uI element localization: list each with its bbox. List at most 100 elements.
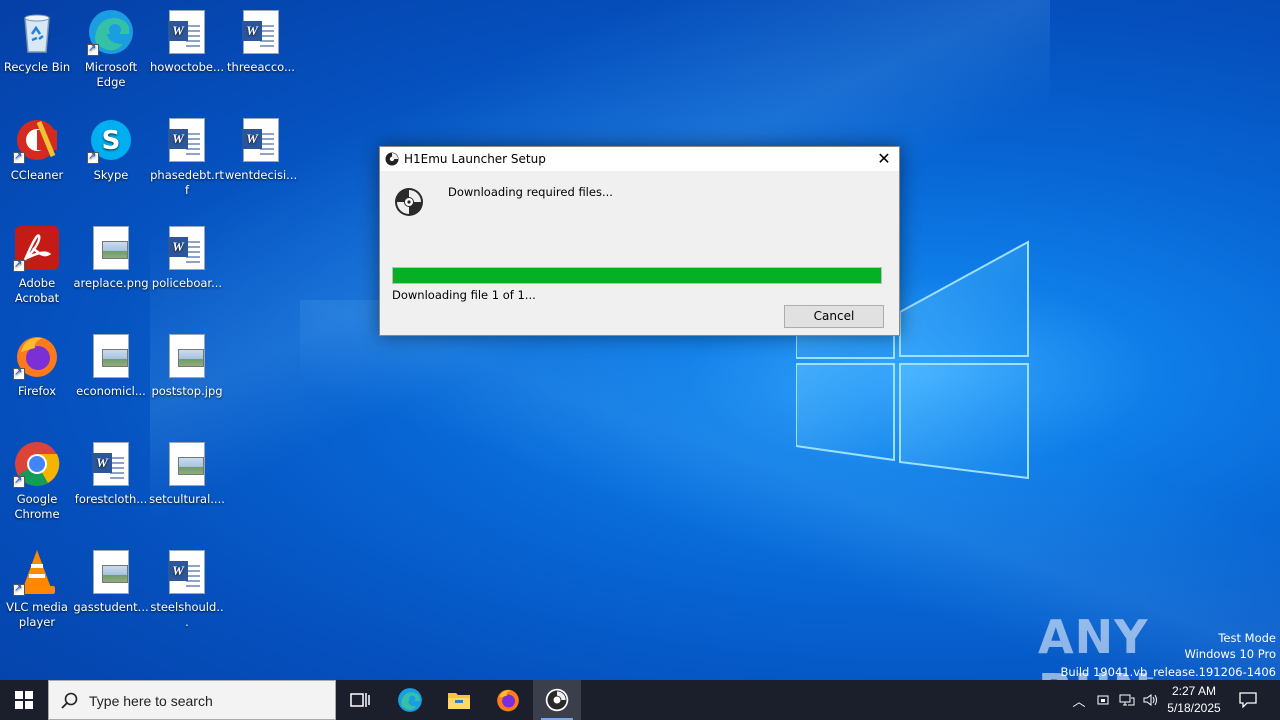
word-doc-icon: W	[163, 224, 211, 272]
dialog-titlebar[interactable]: H1Emu Launcher Setup ✕	[380, 147, 899, 171]
desktop-icon-file[interactable]: areplace.png	[73, 224, 149, 291]
desktop-icon-recycle-bin[interactable]: Recycle Bin	[0, 8, 75, 75]
recycle-bin-icon	[13, 8, 61, 56]
desktop-icon-file[interactable]: W policeboar...	[149, 224, 225, 291]
desktop-icon-label: Recycle Bin	[3, 60, 71, 74]
close-icon: ✕	[877, 149, 891, 168]
desktop-icon-label: threeacco...	[227, 60, 295, 74]
taskbar-file-explorer-button[interactable]	[435, 680, 483, 720]
chrome-icon	[13, 440, 61, 488]
download-progress-bar	[392, 267, 882, 284]
desktop-icon-file[interactable]: W threeacco...	[223, 8, 299, 75]
word-doc-icon: W	[87, 440, 135, 488]
image-file-icon	[163, 440, 211, 488]
network-button[interactable]	[1116, 680, 1138, 720]
shortcut-arrow-icon	[13, 149, 25, 164]
folder-icon	[448, 693, 470, 709]
desktop-icon-file[interactable]: W steelshould...	[149, 548, 225, 630]
taskbar-edge-button[interactable]	[386, 680, 434, 720]
taskbar-clock[interactable]: 2:27 AM 5/18/2025	[1160, 683, 1228, 717]
notification-icon	[1239, 692, 1257, 708]
edge-icon	[87, 8, 135, 56]
volume-button[interactable]	[1140, 680, 1162, 720]
firefox-icon	[13, 332, 61, 380]
edge-icon	[398, 688, 422, 712]
desktop-icon-label: steelshould...	[150, 600, 224, 629]
disc-app-icon	[385, 152, 399, 166]
cancel-button[interactable]: Cancel	[784, 305, 884, 328]
desktop-icon-file[interactable]: W howoctobe...	[149, 8, 225, 75]
test-mode-text: Test Mode	[1218, 631, 1276, 645]
word-doc-icon: W	[163, 548, 211, 596]
desktop-icon-file[interactable]: economicl...	[73, 332, 149, 399]
desktop-icon-firefox[interactable]: Firefox	[0, 332, 75, 399]
disc-icon	[395, 188, 423, 216]
image-file-icon	[87, 332, 135, 380]
skype-icon: S	[87, 116, 135, 164]
vlc-icon	[13, 548, 61, 596]
desktop-icon-label: Google Chrome	[14, 492, 60, 521]
desktop-icon-label: gasstudent...	[73, 600, 149, 614]
svg-text:S: S	[102, 126, 121, 156]
desktop-icon-label: Skype	[93, 168, 129, 182]
desktop-icon-google-chrome[interactable]: Google Chrome	[0, 440, 75, 522]
acrobat-icon	[13, 224, 61, 272]
show-hidden-icons-button[interactable]: ︿	[1068, 680, 1090, 720]
task-view-icon	[350, 693, 370, 707]
desktop-icon-label: Adobe Acrobat	[14, 276, 60, 305]
tray-app-button[interactable]	[1092, 680, 1114, 720]
setup-dialog: H1Emu Launcher Setup ✕ Downloading requi…	[379, 146, 900, 336]
windows-edition-text: Windows 10 Pro	[1184, 647, 1276, 661]
action-center-button[interactable]	[1234, 680, 1262, 720]
desktop-icon-label: phasedebt.rtf	[150, 168, 224, 197]
close-button[interactable]: ✕	[869, 147, 899, 171]
desktop-icon-label: areplace.png	[73, 276, 149, 290]
desktop-icon-label: howoctobe...	[150, 60, 224, 74]
taskbar-h1emu-setup-button[interactable]	[533, 680, 581, 720]
shortcut-arrow-icon	[87, 149, 99, 164]
desktop-icon-ccleaner[interactable]: CCleaner	[0, 116, 75, 183]
clock-date: 5/18/2025	[1167, 701, 1221, 715]
word-doc-icon: W	[163, 116, 211, 164]
shortcut-arrow-icon	[13, 365, 25, 380]
usb-device-icon	[1097, 695, 1109, 705]
desktop-icon-microsoft-edge[interactable]: Microsoft Edge	[73, 8, 149, 90]
shortcut-arrow-icon	[13, 473, 25, 488]
desktop-icon-skype[interactable]: S Skype	[73, 116, 149, 183]
desktop-icon-label: VLC media player	[6, 600, 68, 629]
ccleaner-icon	[13, 116, 61, 164]
desktop-icon-label: economicl...	[76, 384, 146, 398]
progress-fill	[393, 268, 881, 283]
desktop-icon-file[interactable]: setcultural....	[149, 440, 225, 507]
desktop-icon-label: setcultural....	[149, 492, 225, 506]
desktop-icon-vlc[interactable]: VLC media player	[0, 548, 75, 630]
speaker-icon	[1143, 694, 1157, 706]
dialog-message: Downloading required files...	[448, 185, 613, 199]
shortcut-arrow-icon	[13, 257, 25, 272]
build-text: Build 19041.vb_release.191206-1406	[1060, 665, 1276, 679]
word-doc-icon: W	[237, 116, 285, 164]
desktop-icon-file[interactable]: poststop.jpg	[149, 332, 225, 399]
taskbar: Type here to search ︿ 2:27 AM 5/18/2025	[0, 680, 1280, 720]
taskbar-firefox-button[interactable]	[484, 680, 532, 720]
desktop-icon-adobe-acrobat[interactable]: Adobe Acrobat	[0, 224, 75, 306]
desktop-icon-file[interactable]: gasstudent...	[73, 548, 149, 615]
word-doc-icon: W	[237, 8, 285, 56]
shortcut-arrow-icon	[87, 41, 99, 56]
task-view-button[interactable]	[336, 680, 384, 720]
desktop-icon-label: policeboar...	[151, 276, 223, 290]
search-placeholder: Type here to search	[89, 693, 213, 709]
desktop-icon-label: CCleaner	[10, 168, 64, 182]
desktop-icon-file[interactable]: W wentdecisi...	[223, 116, 299, 183]
desktop-icon-label: Microsoft Edge	[84, 60, 138, 89]
desktop-icon-label: wentdecisi...	[224, 168, 298, 182]
desktop-icon-file[interactable]: W phasedebt.rtf	[149, 116, 225, 198]
desktop-icon-label: Firefox	[17, 384, 57, 398]
dialog-title: H1Emu Launcher Setup	[404, 152, 546, 166]
start-button[interactable]	[0, 680, 48, 720]
desktop-icon-label: forestcloth...	[74, 492, 148, 506]
taskbar-search-box[interactable]: Type here to search	[48, 680, 336, 720]
desktop-icon-file[interactable]: W forestcloth...	[73, 440, 149, 507]
windows-start-icon	[15, 691, 33, 709]
download-status-text: Downloading file 1 of 1...	[392, 288, 536, 302]
